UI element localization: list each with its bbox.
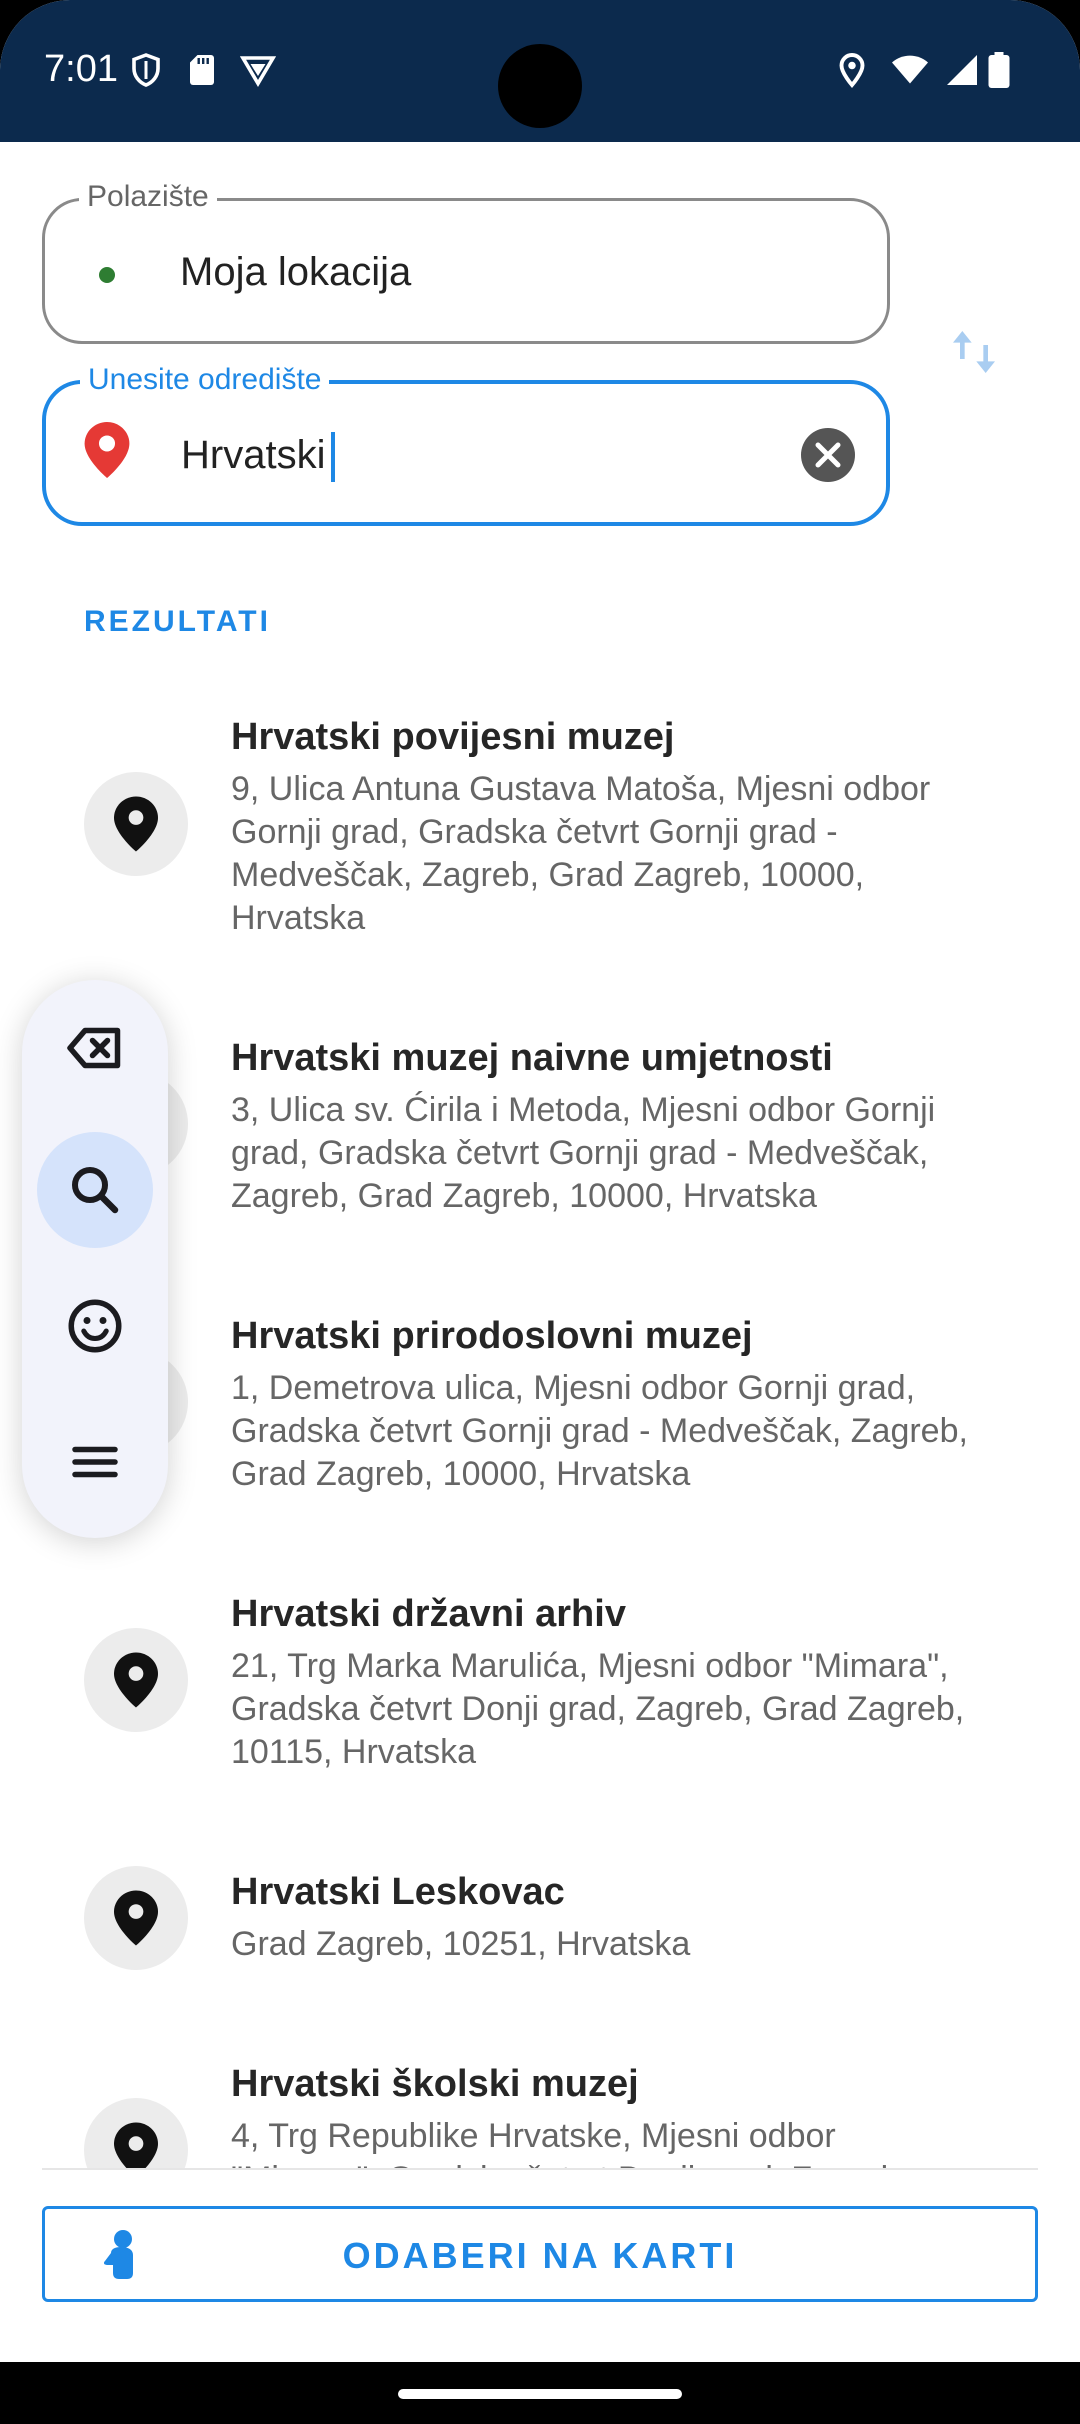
destination-pin-icon [84, 422, 130, 478]
camera-cutout [498, 44, 582, 128]
origin-field[interactable]: Polazište Moja lokacija [42, 177, 890, 344]
origin-value: Moja lokacija [180, 250, 412, 294]
emoji-icon [68, 1299, 122, 1353]
status-time: 7:01 [44, 48, 118, 90]
result-address: Grad Zagreb, 10251, Hrvatska [231, 1925, 691, 1963]
result-address: 21, Trg Marka Marulića, Mjesni odbor "Mi… [231, 1647, 965, 1771]
result-address: 1, Demetrova ulica, Mjesni odbor Gornji … [231, 1369, 968, 1493]
result-address: 9, Ulica Antuna Gustava Matoša, Mjesni o… [231, 770, 931, 937]
app-screen: 7:01 Polazište Moja lokacija Unesite odr… [0, 0, 1080, 2424]
result-title: Hrvatski prirodoslovni muzej [231, 1315, 753, 1357]
destination-input[interactable]: Hrvatski [181, 432, 336, 483]
sd-card-icon [190, 55, 214, 85]
place-pin-icon [84, 772, 188, 876]
result-title: Hrvatski školski muzej [231, 2063, 639, 2105]
divider [42, 2168, 1038, 2170]
result-title: Hrvatski muzej naivne umjetnosti [231, 1037, 833, 1079]
result-title: Hrvatski državni arhiv [231, 1593, 626, 1635]
gesture-handle[interactable] [398, 2389, 682, 2399]
location-icon [839, 53, 865, 88]
text-caret [331, 432, 336, 483]
current-location-dot-icon [99, 267, 115, 283]
result-item[interactable]: Hrvatski školski muzej 4, Trg Republike … [0, 2026, 1080, 2170]
wifi-icon [892, 55, 928, 84]
result-title: Hrvatski povijesni muzej [231, 716, 675, 758]
origin-label: Polazište [79, 177, 217, 217]
result-address: 3, Ulica sv. Ćirila i Metoda, Mjesni odb… [231, 1091, 936, 1215]
result-item[interactable]: Hrvatski povijesni muzej 9, Ulica Antuna… [0, 680, 1080, 980]
result-title: Hrvatski Leskovac [231, 1871, 565, 1913]
shield-icon [132, 53, 160, 87]
floating-keyboard-toolbar [22, 980, 168, 1538]
vpn-icon [240, 56, 276, 88]
destination-label: Unesite odredište [80, 360, 330, 400]
place-pin-icon [84, 1628, 188, 1732]
destination-value: Hrvatski [181, 433, 326, 477]
status-bar: 7:01 [0, 0, 1080, 142]
close-icon [815, 442, 841, 468]
result-address: 4, Trg Republike Hrvatske, Mjesni odbor … [231, 2117, 909, 2170]
clear-button[interactable] [801, 428, 855, 482]
destination-field[interactable]: Unesite odredište Hrvatski [42, 360, 890, 526]
swap-icon[interactable] [946, 324, 1002, 380]
emoji-button[interactable] [37, 1268, 153, 1384]
battery-icon [988, 52, 1010, 88]
menu-button[interactable] [37, 1404, 153, 1520]
place-pin-icon [84, 1866, 188, 1970]
signal-icon [947, 55, 977, 85]
search-button[interactable] [37, 1132, 153, 1248]
search-icon [72, 1167, 119, 1214]
backspace-icon [67, 1027, 121, 1069]
place-pin-icon [84, 2098, 188, 2170]
select-on-map-label: ODABERI NA KARTI [342, 2235, 738, 2276]
select-on-map-button[interactable]: ODABERI NA KARTI [42, 2206, 1038, 2302]
results-header: REZULTATI [84, 605, 271, 638]
menu-icon [72, 1446, 118, 1478]
backspace-button[interactable] [37, 990, 153, 1106]
result-item[interactable]: Hrvatski državni arhiv 21, Trg Marka Mar… [0, 1556, 1080, 1816]
result-item[interactable]: Hrvatski Leskovac Grad Zagreb, 10251, Hr… [0, 1834, 1080, 2034]
